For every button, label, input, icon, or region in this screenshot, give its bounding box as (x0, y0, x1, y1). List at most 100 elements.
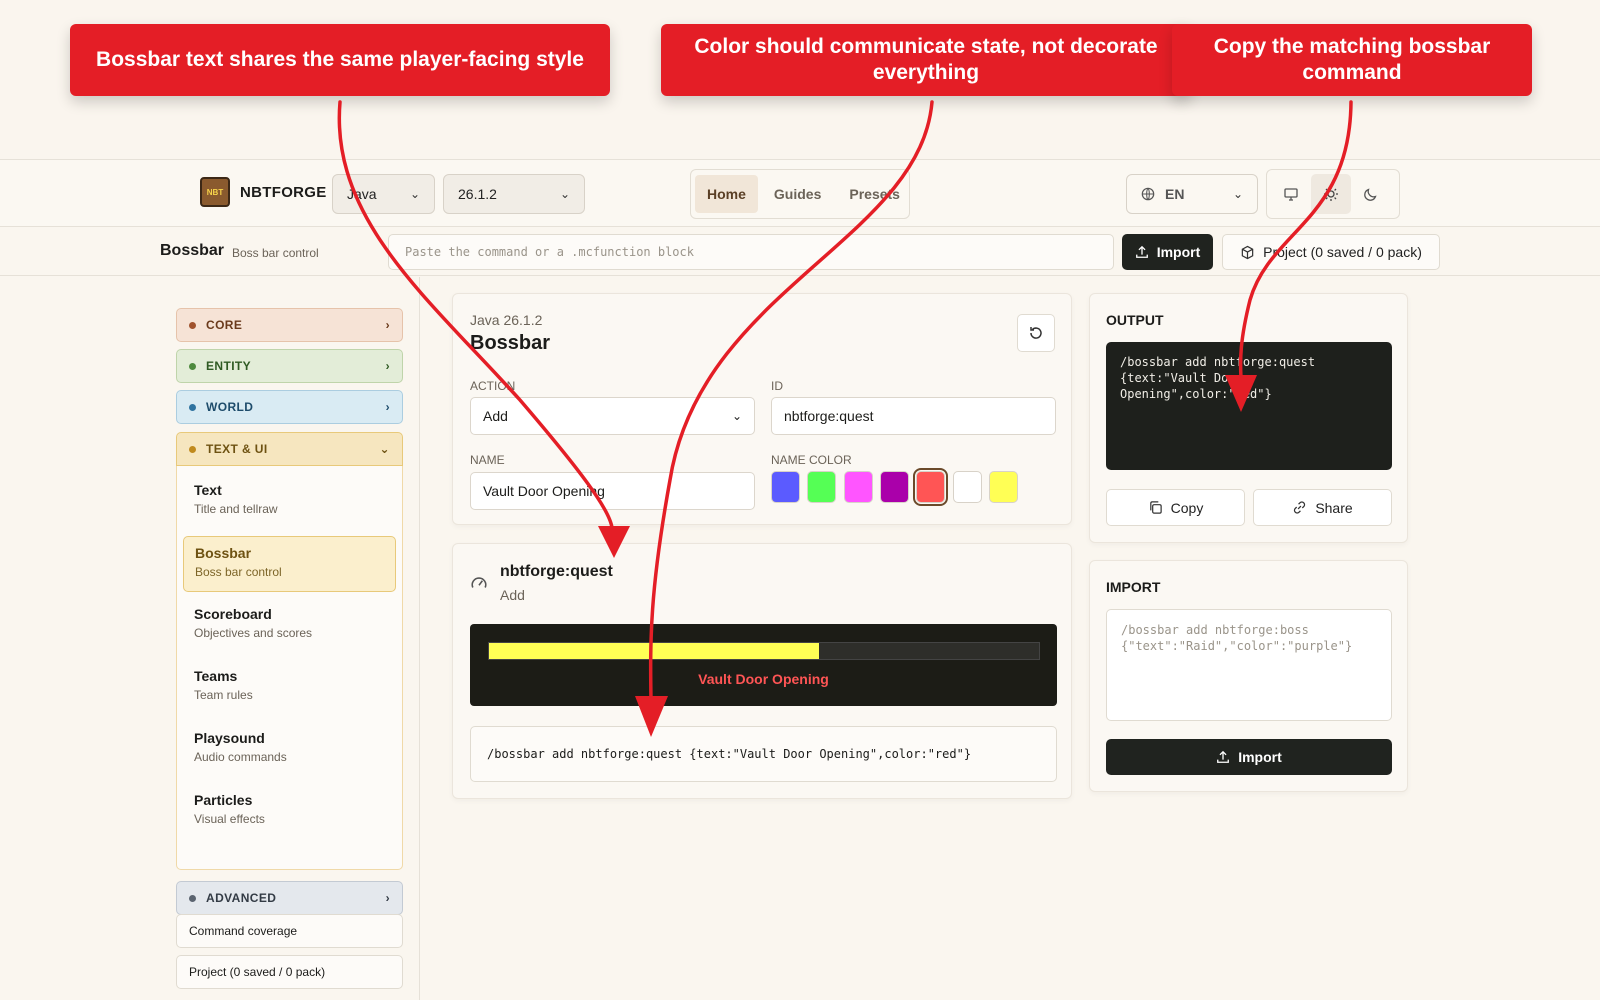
package-icon (1241, 245, 1254, 259)
preview-id: nbtforge:quest (500, 563, 613, 580)
output-line: Opening",color:"red"} (1120, 387, 1272, 401)
project-link[interactable]: Project (0 saved / 0 pack) (176, 955, 403, 989)
annotation-banner: Bossbar text shares the same player-faci… (70, 24, 610, 96)
sun-icon (1324, 187, 1338, 201)
logo[interactable]: NBT (200, 177, 230, 207)
globe-icon (1141, 187, 1155, 201)
gauge-icon (471, 577, 487, 588)
category-world[interactable]: WORLD › (176, 390, 403, 424)
output-line: {text:"Vault Door (1120, 371, 1243, 385)
chevron-right-icon: › (385, 318, 390, 332)
id-label: ID (771, 379, 783, 393)
category-dot (189, 362, 196, 370)
top-nav: NBT NBTFORGE Java ⌄ 26.1.2 ⌄ Home Guides P… (0, 159, 1600, 227)
sub-header: Bossbar Boss bar control Paste the comma… (0, 228, 1600, 276)
chevron-down-icon: ⌄ (559, 187, 570, 201)
chevron-right-icon: › (385, 359, 390, 373)
color-swatch-yellow[interactable] (989, 471, 1018, 503)
chevron-right-icon: › (385, 400, 390, 414)
bossbar-preview-card: nbtforge:quest Add Vault Door Opening /b… (452, 543, 1072, 799)
category-dot (189, 445, 196, 453)
annotation-banner: Copy the matching bossbar command (1172, 24, 1532, 96)
page-subtitle: Boss bar control (232, 246, 319, 260)
action-label: ACTION (470, 379, 516, 393)
sidebar-item-bossbar[interactable]: Bossbar Boss bar control (183, 536, 396, 592)
category-dot (189, 894, 196, 902)
color-swatch-green[interactable] (807, 471, 836, 503)
sidebar: CORE › ENTITY › WORLD › TEXT & UI ⌄ Text… (0, 277, 420, 1000)
output-card: OUTPUT /bossbar add nbtforge:quest {text… (1089, 293, 1408, 543)
chevron-right-icon: › (385, 891, 390, 905)
share-button[interactable]: Share (1253, 489, 1392, 526)
id-input[interactable]: nbtforge:quest (771, 397, 1056, 435)
category-advanced[interactable]: ADVANCED › (176, 881, 403, 915)
category-entity[interactable]: ENTITY › (176, 349, 403, 383)
name-label: NAME (470, 453, 505, 467)
version-label: Java 26.1.2 (470, 312, 543, 328)
moon-icon (1364, 188, 1377, 201)
name-input[interactable]: Vault Door Opening (470, 472, 755, 510)
reset-button[interactable] (1017, 314, 1055, 352)
link-icon (1294, 501, 1306, 514)
brand-name[interactable]: NBTFORGE (240, 184, 327, 201)
import-button[interactable]: Import (1122, 234, 1213, 270)
theme-system-button[interactable] (1271, 174, 1311, 214)
language-select[interactable]: EN ⌄ (1126, 174, 1258, 214)
sidebar-item-playsound[interactable]: Playsound Audio commands (183, 722, 396, 778)
import-card: IMPORT /bossbar add nbtforge:boss {"text… (1089, 560, 1408, 792)
tab-guides[interactable]: Guides (762, 175, 833, 213)
edition-select[interactable]: Java ⌄ (332, 174, 435, 214)
copy-icon (1149, 501, 1162, 514)
reset-icon (1030, 327, 1042, 339)
editor-title: Bossbar (470, 332, 551, 354)
monitor-icon (1284, 188, 1298, 201)
bossbar-preview: Vault Door Opening (470, 624, 1057, 706)
action-select[interactable]: Add ⌄ (470, 397, 755, 435)
annotation-area: Bossbar text shares the same player-faci… (0, 0, 1600, 160)
import-placeholder-line: /bossbar add nbtforge:boss (1121, 623, 1309, 637)
name-color-label: NAME COLOR (771, 453, 852, 467)
command-coverage-link[interactable]: Command coverage (176, 914, 403, 948)
import-placeholder-line: {"text":"Raid","color":"purple"} (1121, 639, 1353, 653)
main-tabs: Home Guides Presets (690, 169, 910, 219)
import-submit-button[interactable]: Import (1106, 739, 1392, 775)
project-button[interactable]: Project (0 saved / 0 pack) (1222, 234, 1440, 270)
color-swatch-white[interactable] (953, 471, 982, 503)
import-heading: IMPORT (1106, 579, 1161, 595)
import-textarea[interactable]: /bossbar add nbtforge:boss {"text":"Raid… (1106, 609, 1392, 721)
tab-home[interactable]: Home (695, 175, 758, 213)
color-swatch-red[interactable] (913, 468, 948, 506)
category-dot (189, 403, 196, 411)
copy-button[interactable]: Copy (1106, 489, 1245, 526)
color-swatch-blue[interactable] (771, 471, 800, 503)
chevron-down-icon: ⌄ (379, 442, 390, 456)
tab-presets[interactable]: Presets (837, 175, 909, 213)
bossbar-fill (489, 643, 819, 659)
output-heading: OUTPUT (1106, 312, 1164, 328)
chevron-down-icon: ⌄ (1232, 187, 1243, 201)
sidebar-item-particles[interactable]: Particles Visual effects (183, 784, 396, 840)
output-line: /bossbar add nbtforge:quest (1120, 355, 1316, 369)
theme-light-button[interactable] (1311, 174, 1351, 214)
output-code[interactable]: /bossbar add nbtforge:quest {text:"Vault… (1106, 342, 1392, 470)
chevron-down-icon: ⌄ (731, 409, 742, 423)
sidebar-item-scoreboard[interactable]: Scoreboard Objectives and scores (183, 598, 396, 654)
category-core[interactable]: CORE › (176, 308, 403, 342)
page-title: Bossbar (160, 242, 225, 259)
sidebar-item-teams[interactable]: Teams Team rules (183, 660, 396, 716)
color-swatch-dark-purple[interactable] (880, 471, 909, 503)
text-ui-items: Text Title and tellraw Bossbar Boss bar co… (176, 466, 403, 870)
color-swatch-light-purple[interactable] (844, 471, 873, 503)
theme-switcher (1266, 169, 1400, 219)
upload-icon (1217, 750, 1230, 763)
bossbar-track (488, 642, 1040, 660)
theme-dark-button[interactable] (1351, 174, 1391, 214)
preview-command[interactable]: /bossbar add nbtforge:quest {text:"Vault… (470, 726, 1057, 782)
preview-action: Add (500, 587, 525, 603)
annotation-banner: Color should communicate state, not deco… (661, 24, 1191, 96)
bossbar-text: Vault Door Opening (698, 671, 829, 687)
version-select[interactable]: 26.1.2 ⌄ (443, 174, 585, 214)
paste-command-input[interactable]: Paste the command or a .mcfunction block (388, 234, 1114, 270)
sidebar-item-text[interactable]: Text Title and tellraw (183, 474, 396, 530)
category-text-ui[interactable]: TEXT & UI ⌄ (176, 432, 403, 466)
